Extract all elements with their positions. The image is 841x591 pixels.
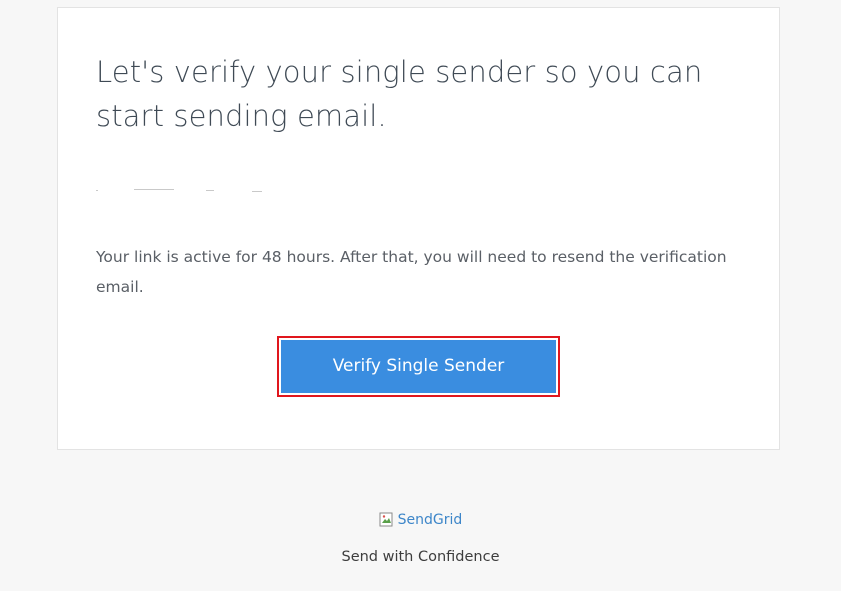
verify-single-sender-button[interactable]: Verify Single Sender	[281, 340, 556, 393]
broken-image-icon	[379, 512, 395, 528]
email-card: Let's verify your single sender so you c…	[57, 7, 780, 450]
email-page: Let's verify your single sender so you c…	[0, 0, 841, 591]
email-headline: Let's verify your single sender so you c…	[96, 55, 703, 133]
sendgrid-logo-link[interactable]: SendGrid	[379, 512, 463, 528]
email-body-text: Your link is active for 48 hours. After …	[96, 248, 727, 296]
footer-tagline: Send with Confidence	[341, 549, 500, 565]
email-footer: SendGrid Send with Confidence	[0, 512, 841, 565]
redacted-text	[96, 186, 286, 194]
sendgrid-logo-alt-text: SendGrid	[397, 512, 463, 528]
